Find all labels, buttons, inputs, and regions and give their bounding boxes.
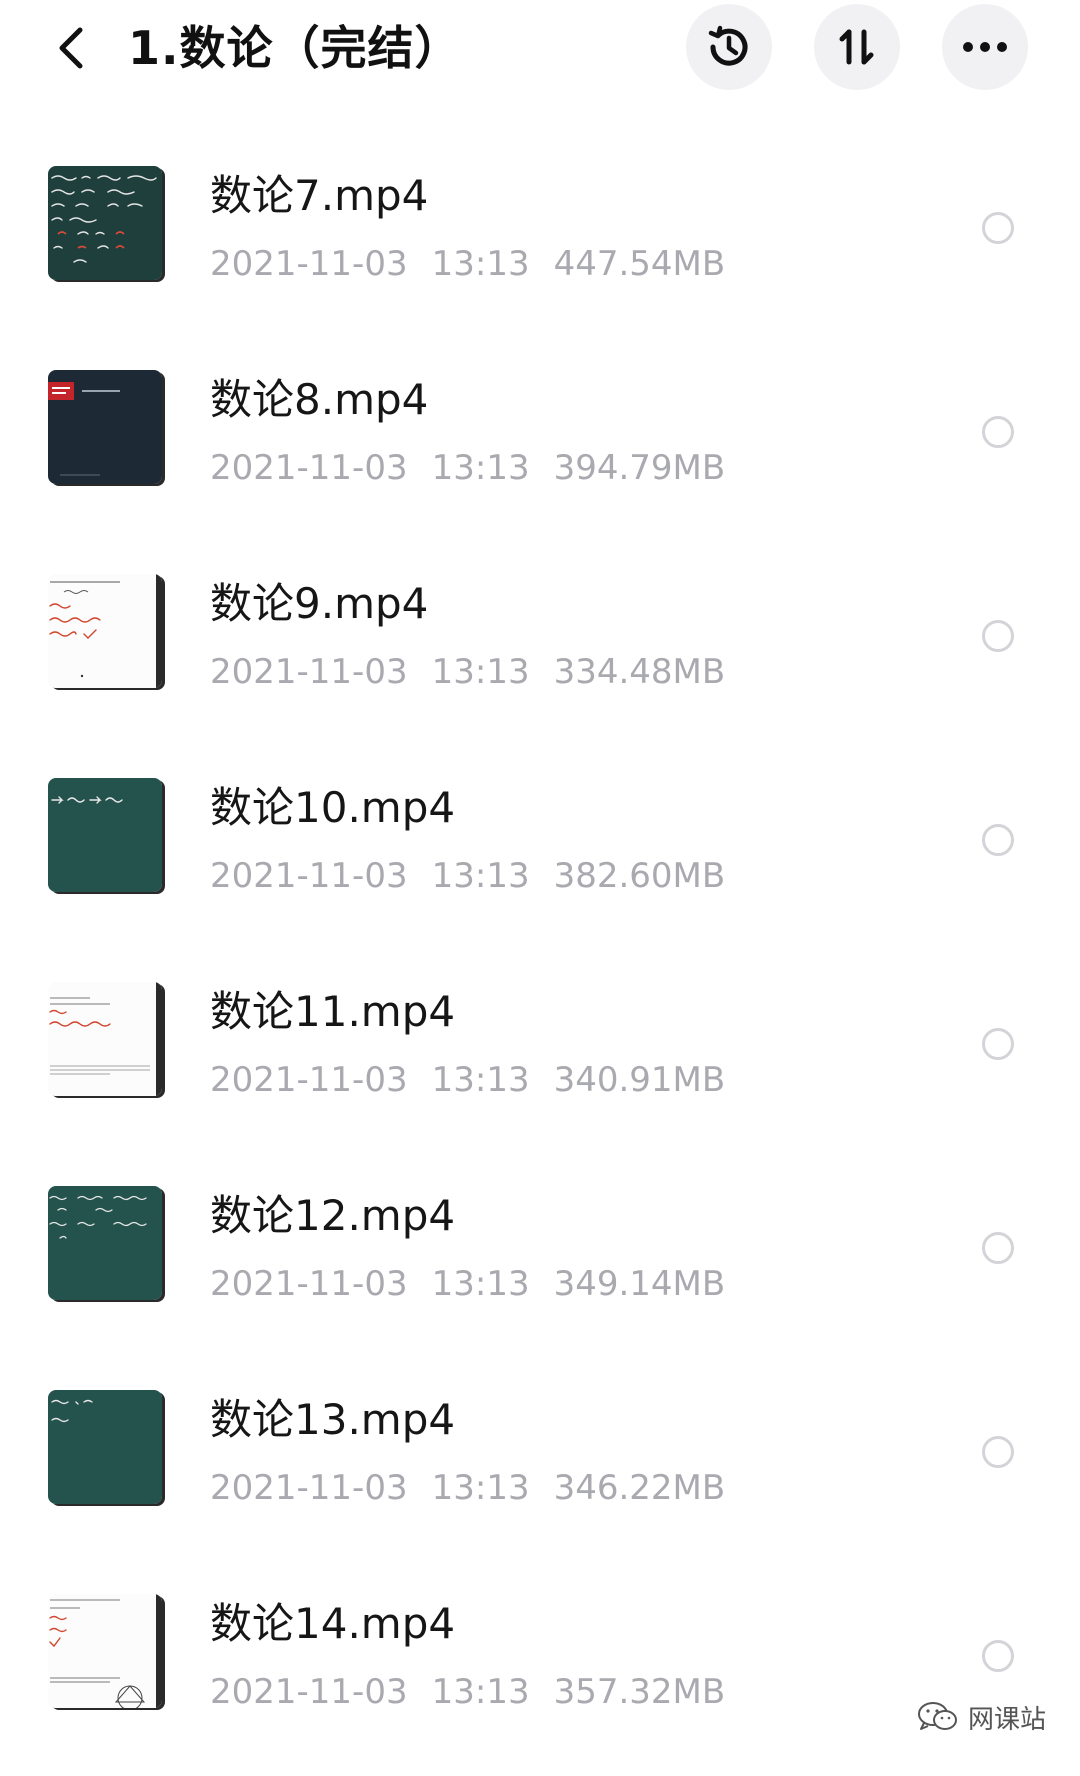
select-radio[interactable] xyxy=(982,1436,1014,1468)
file-time: 13:13 xyxy=(431,244,530,284)
more-dots-icon xyxy=(963,42,1007,52)
file-size: 349.14MB xyxy=(553,1264,726,1304)
file-date: 2021-11-03 xyxy=(210,856,408,896)
select-radio[interactable] xyxy=(982,1028,1014,1060)
file-size: 447.54MB xyxy=(553,244,726,284)
back-chevron-icon xyxy=(59,27,83,69)
file-date: 2021-11-03 xyxy=(210,1468,408,1508)
sort-arrows-icon xyxy=(839,29,874,65)
sort-button[interactable] xyxy=(814,4,900,90)
file-row[interactable]: 数论10.mp4 2021-11-03 13:13 382.60MB xyxy=(0,756,1080,960)
select-radio[interactable] xyxy=(982,1232,1014,1264)
file-time: 13:13 xyxy=(431,1468,530,1508)
file-size: 382.60MB xyxy=(553,856,726,896)
select-radio[interactable] xyxy=(982,620,1014,652)
video-thumbnail xyxy=(48,574,162,688)
file-meta: 2021-11-03 13:13 340.91MB xyxy=(210,1058,749,1102)
file-name: 数论12.mp4 xyxy=(210,1191,456,1240)
folder-title: 1.数论（完结） xyxy=(128,21,462,75)
file-meta: 2021-11-03 13:13 349.14MB xyxy=(210,1262,749,1306)
file-date: 2021-11-03 xyxy=(210,1264,408,1304)
more-button[interactable] xyxy=(942,4,1028,90)
select-radio[interactable] xyxy=(982,212,1014,244)
file-date: 2021-11-03 xyxy=(210,448,408,488)
file-size: 346.22MB xyxy=(553,1468,726,1508)
video-thumbnail xyxy=(48,370,162,484)
file-time: 13:13 xyxy=(431,448,530,488)
file-date: 2021-11-03 xyxy=(210,1060,408,1100)
file-meta: 2021-11-03 13:13 334.48MB xyxy=(210,650,749,694)
file-row[interactable]: 数论11.mp4 2021-11-03 13:13 340.91MB xyxy=(0,960,1080,1164)
file-row[interactable]: 数论8.mp4 2021-11-03 13:13 394.79MB xyxy=(0,348,1080,552)
video-thumbnail xyxy=(48,982,162,1096)
file-name: 数论14.mp4 xyxy=(210,1599,456,1648)
file-time: 13:13 xyxy=(431,1264,530,1304)
watermark: 网课站 xyxy=(916,1695,1046,1739)
file-name: 数论11.mp4 xyxy=(210,987,456,1036)
file-meta: 2021-11-03 13:13 382.60MB xyxy=(210,854,749,898)
select-radio[interactable] xyxy=(982,416,1014,448)
file-date: 2021-11-03 xyxy=(210,244,408,284)
select-radio[interactable] xyxy=(982,824,1014,856)
file-name: 数论10.mp4 xyxy=(210,783,456,832)
video-thumbnail xyxy=(48,1390,162,1504)
file-size: 394.79MB xyxy=(553,448,726,488)
file-time: 13:13 xyxy=(431,1672,530,1712)
file-name: 数论7.mp4 xyxy=(210,171,429,220)
file-meta: 2021-11-03 13:13 346.22MB xyxy=(210,1466,749,1510)
file-size: 334.48MB xyxy=(553,652,726,692)
file-time: 13:13 xyxy=(431,652,530,692)
video-thumbnail xyxy=(48,1186,162,1300)
back-button[interactable] xyxy=(46,20,96,76)
file-size: 340.91MB xyxy=(553,1060,726,1100)
file-name: 数论13.mp4 xyxy=(210,1395,456,1444)
watermark-text: 网课站 xyxy=(968,1704,1047,1735)
file-meta: 2021-11-03 13:13 394.79MB xyxy=(210,446,749,490)
history-clock-icon xyxy=(708,25,748,66)
file-size: 357.32MB xyxy=(553,1672,726,1712)
file-time: 13:13 xyxy=(431,1060,530,1100)
file-row[interactable]: 数论7.mp4 2021-11-03 13:13 447.54MB xyxy=(0,144,1080,348)
wechat-icon xyxy=(918,1702,957,1730)
file-row[interactable]: 数论13.mp4 2021-11-03 13:13 346.22MB xyxy=(0,1368,1080,1572)
file-row[interactable]: 数论9.mp4 2021-11-03 13:13 334.48MB xyxy=(0,552,1080,756)
file-row[interactable]: 数论12.mp4 2021-11-03 13:13 349.14MB xyxy=(0,1164,1080,1368)
top-bar: 1.数论（完结） xyxy=(0,0,1080,100)
video-thumbnail xyxy=(48,166,162,280)
file-name: 数论9.mp4 xyxy=(210,579,429,628)
file-time: 13:13 xyxy=(431,856,530,896)
video-thumbnail xyxy=(48,778,162,892)
select-radio[interactable] xyxy=(982,1640,1014,1672)
history-button[interactable] xyxy=(686,4,772,90)
file-name: 数论8.mp4 xyxy=(210,375,429,424)
file-date: 2021-11-03 xyxy=(210,1672,408,1712)
video-thumbnail xyxy=(48,1594,162,1708)
file-row[interactable]: 数论14.mp4 2021-11-03 13:13 357.32MB xyxy=(0,1572,1080,1776)
file-date: 2021-11-03 xyxy=(210,652,408,692)
file-meta: 2021-11-03 13:13 447.54MB xyxy=(210,242,749,286)
file-meta: 2021-11-03 13:13 357.32MB xyxy=(210,1670,749,1714)
